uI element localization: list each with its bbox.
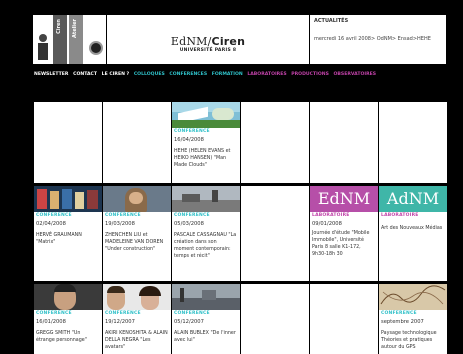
cell-description[interactable]: PASCALE CASSAGNAU "La création dans son …: [174, 233, 238, 261]
news-title: ACTUALITÉS: [314, 18, 349, 24]
cell-category: CONFERENCE: [381, 311, 417, 316]
cell-date: 02/04/2008: [36, 221, 66, 227]
brand-block[interactable]: EdNM/Ciren UNIVERSITÉ PARIS 8: [107, 15, 309, 64]
cell-date: septembre 2007: [381, 319, 424, 325]
grid-cell-kenoshita[interactable]: CONFERENCE 19/12/2007 AKIRI KENOSHITA & …: [103, 284, 171, 354]
grid-cell-empty: [34, 102, 102, 183]
cell-category: CONFERENCE: [174, 311, 210, 316]
news-panel[interactable]: ACTUALITÉS mercredi 16 avril 2008> OdNM>…: [310, 15, 446, 64]
grid-cell-smith[interactable]: CONFERENCE 16/01/2008 GREGG SMITH "Un ét…: [34, 284, 102, 354]
cell-description[interactable]: Art des Nouveaux Médias: [381, 226, 445, 233]
bublex-thumbnail: [172, 284, 240, 310]
cell-category: LABORATOIRE: [312, 213, 350, 218]
brand-logo: EdNM/Ciren: [170, 35, 246, 48]
nav-item-conferences[interactable]: CONFERENCES: [169, 72, 207, 77]
grid-cell-bublex[interactable]: CONFERENCE 05/12/2007 ALAIN BUBLEX "De l…: [172, 284, 240, 354]
cell-description[interactable]: GREGG SMITH "Un étrange personnage": [36, 331, 100, 345]
nav-item-observatoires[interactable]: OBSERVATOIRES: [334, 72, 377, 77]
cell-date: 05/03/2008: [174, 221, 204, 227]
grid-cell-empty: [310, 102, 378, 183]
nav-item-contact[interactable]: CONTACT: [73, 72, 97, 77]
cell-category: LABORATOIRE: [381, 213, 419, 218]
nav-item-newsletter[interactable]: NEWSLETTER: [34, 72, 68, 77]
grid-cell-graumann[interactable]: CONFERENCE 02/04/2008 HERVÉ GRAUMANN "Ma…: [34, 186, 102, 281]
grid-cell-liu[interactable]: CONFERENCE 19/03/2008 ZHENCHEN LIU et MA…: [103, 186, 171, 281]
clouds-thumbnail: [172, 102, 240, 128]
ednm-tile-text: EdNM: [317, 189, 371, 208]
grid-cell-ednm[interactable]: EdNM LABORATOIRE 09/01/2008 Journée d'ét…: [310, 186, 378, 281]
cell-description[interactable]: Paysage technologique Théories et pratiq…: [381, 331, 445, 352]
nav-item-formation[interactable]: FORMATION: [212, 72, 243, 77]
kenoshita-thumbnail: [103, 284, 171, 310]
cassagnau-thumbnail: [172, 186, 240, 212]
nav-item-le-ciren[interactable]: LE CIREN ?: [102, 72, 130, 77]
person-silhouette-icon: [38, 34, 48, 60]
gps-thumbnail: [379, 284, 447, 310]
adnm-tile: AdNM: [379, 186, 447, 212]
liu-thumbnail: [103, 186, 171, 212]
cell-description[interactable]: HEHE (HELEN EVANS et HEIKO HANSEN) "Man …: [174, 149, 238, 170]
grid-cell-empty: [241, 284, 309, 354]
logo-text: Ciren: [56, 19, 62, 34]
cell-description[interactable]: AKIRI KENOSHITA & ALAIN DELLA NEGRA "Les…: [105, 331, 169, 352]
ednm-tile: EdNM: [310, 186, 378, 212]
cell-description[interactable]: ALAIN BUBLEX "De l'inner avec lui": [174, 331, 238, 345]
cell-description[interactable]: HERVÉ GRAUMANN "Matrix": [36, 233, 100, 247]
cell-description[interactable]: Journée d'étude "Mobile Immobile", Unive…: [312, 231, 376, 259]
cell-date: 09/01/2008: [312, 221, 342, 227]
graumann-thumbnail: [34, 186, 102, 212]
news-text[interactable]: mercredi 16 avril 2008> OdNM> Ensad>HEHE: [314, 36, 442, 44]
cell-category: CONFERENCE: [36, 213, 72, 218]
cell-category: CONFERENCE: [36, 311, 72, 316]
nav-item-productions[interactable]: PRODUCTIONS: [291, 72, 329, 77]
cell-date: 19/12/2007: [105, 319, 135, 325]
map-lines-icon: [380, 285, 446, 305]
grid-cell-clouds[interactable]: CONFERENCE 16/04/2008 HEHE (HELEN EVANS …: [172, 102, 240, 183]
main-nav: NEWSLETTER CONTACT LE CIREN ? COLLOQUES …: [34, 72, 379, 77]
disc-icon: [89, 41, 103, 55]
grid-cell-cassagnau[interactable]: CONFERENCE 05/03/2008 PASCALE CASSAGNAU …: [172, 186, 240, 281]
grid-cell-empty: [379, 102, 447, 183]
grid-cell-adnm[interactable]: AdNM LABORATOIRE Art des Nouveaux Médias: [379, 186, 447, 281]
logo-text: Atelier: [72, 19, 78, 38]
grid-cell-gps[interactable]: CONFERENCE septembre 2007 Paysage techno…: [379, 284, 447, 354]
cell-date: 16/04/2008: [174, 137, 204, 143]
cell-description[interactable]: ZHENCHEN LIU et MADELEINE VAN DOREN "Und…: [105, 233, 169, 254]
cell-date: 16/01/2008: [36, 319, 66, 325]
nav-item-laboratoires[interactable]: LABORATOIRES: [247, 72, 286, 77]
grid-cell-empty: [241, 102, 309, 183]
nav-item-colloques[interactable]: COLLOQUES: [134, 72, 165, 77]
cell-date: 19/03/2008: [105, 221, 135, 227]
ciren-logo[interactable]: Ciren Atelier: [33, 15, 106, 64]
cell-category: CONFERENCE: [105, 311, 141, 316]
grid-cell-empty: [310, 284, 378, 354]
cell-category: CONFERENCE: [174, 129, 210, 134]
cell-date: 05/12/2007: [174, 319, 204, 325]
grid-cell-empty: [241, 186, 309, 281]
adnm-tile-text: AdNM: [386, 189, 440, 208]
grid-cell-empty: [103, 102, 171, 183]
smith-thumbnail: [34, 284, 102, 310]
cell-category: CONFERENCE: [174, 213, 210, 218]
cell-category: CONFERENCE: [105, 213, 141, 218]
brand-subtitle: UNIVERSITÉ PARIS 8: [179, 48, 237, 53]
